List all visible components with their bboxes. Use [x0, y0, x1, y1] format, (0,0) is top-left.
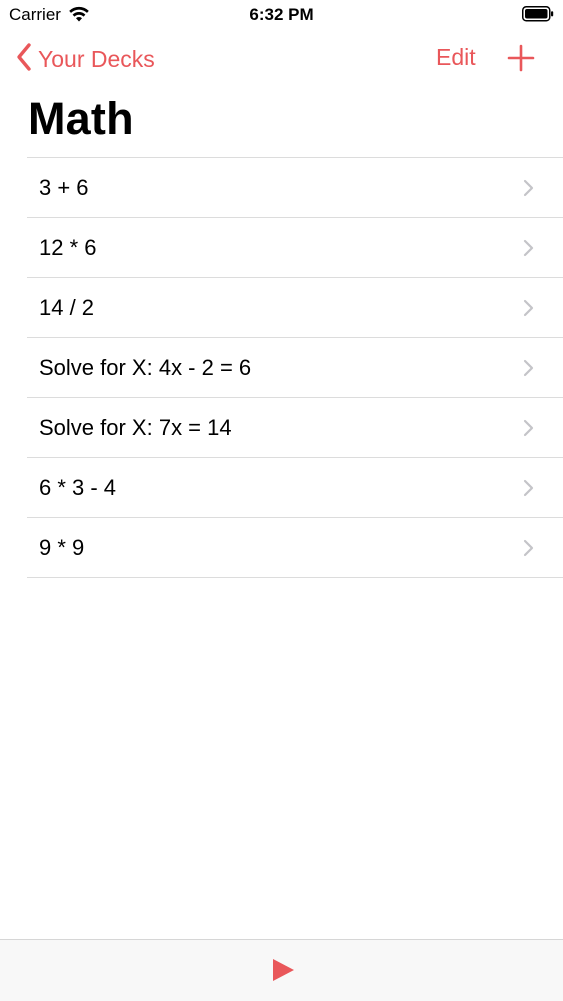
navigation-bar: Your Decks Edit — [0, 30, 563, 90]
chevron-right-icon — [523, 239, 535, 262]
list-item-label: 12 * 6 — [39, 235, 97, 260]
status-bar: Carrier 6:32 PM — [0, 0, 563, 30]
plus-icon — [507, 44, 535, 72]
list-item[interactable]: Solve for X: 4x - 2 = 6 — [27, 338, 563, 398]
edit-button[interactable]: Edit — [436, 44, 476, 71]
chevron-right-icon — [523, 419, 535, 442]
play-button[interactable] — [270, 957, 296, 988]
play-icon — [273, 959, 294, 981]
list-item-label: 9 * 9 — [39, 535, 85, 560]
list-item[interactable]: 9 * 9 — [27, 518, 563, 578]
list-item[interactable]: 12 * 6 — [27, 218, 563, 278]
list-item[interactable]: Solve for X: 7x = 14 — [27, 398, 563, 458]
chevron-right-icon — [523, 179, 535, 202]
list-item[interactable]: 6 * 3 - 4 — [27, 458, 563, 518]
add-button[interactable] — [506, 43, 536, 78]
back-button[interactable]: Your Decks — [16, 42, 155, 76]
card-list: 3 + 6 12 * 6 14 / 2 Solve for X: 4x - 2 … — [27, 157, 563, 578]
back-button-label: Your Decks — [38, 45, 155, 72]
chevron-left-icon — [16, 42, 32, 77]
chevron-right-icon — [523, 299, 535, 322]
list-item-label: Solve for X: 4x - 2 = 6 — [39, 355, 252, 380]
battery-icon — [522, 6, 554, 27]
list-item-label: 6 * 3 - 4 — [39, 475, 117, 500]
chevron-right-icon — [523, 479, 535, 502]
list-item[interactable]: 14 / 2 — [27, 278, 563, 338]
list-item-label: 3 + 6 — [39, 175, 89, 200]
status-time: 6:32 PM — [249, 5, 314, 24]
bottom-toolbar — [0, 939, 563, 1001]
list-item-label: Solve for X: 7x = 14 — [39, 415, 232, 440]
list-item[interactable]: 3 + 6 — [27, 158, 563, 218]
list-item-label: 14 / 2 — [39, 295, 95, 320]
chevron-right-icon — [523, 539, 535, 562]
chevron-right-icon — [523, 359, 535, 382]
page-title: Math — [28, 93, 134, 144]
